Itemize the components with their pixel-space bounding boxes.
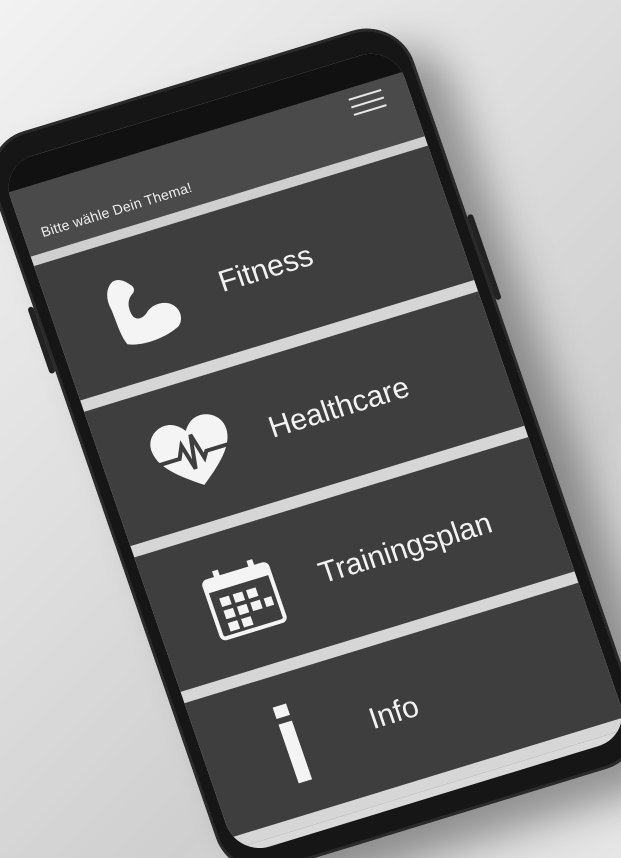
menu-item-label: Fitness <box>214 239 318 299</box>
scene: Bitte wähle Dein Thema! Fitness Healthca… <box>0 0 621 858</box>
heart-pulse-icon <box>129 391 257 515</box>
flexed-biceps-icon <box>79 245 207 369</box>
calendar-icon <box>179 536 307 660</box>
status-bar <box>0 45 403 193</box>
menu-item-label: Trainingsplan <box>314 506 497 591</box>
app-screen: Bitte wähle Dein Thema! Fitness Healthca… <box>0 45 621 857</box>
menu-item-label: Healthcare <box>264 370 414 445</box>
info-icon <box>230 682 358 806</box>
smartphone: Bitte wähle Dein Thema! Fitness Healthca… <box>0 16 621 858</box>
menu-item-label: Info <box>364 689 424 736</box>
hamburger-menu-icon[interactable] <box>348 88 387 118</box>
